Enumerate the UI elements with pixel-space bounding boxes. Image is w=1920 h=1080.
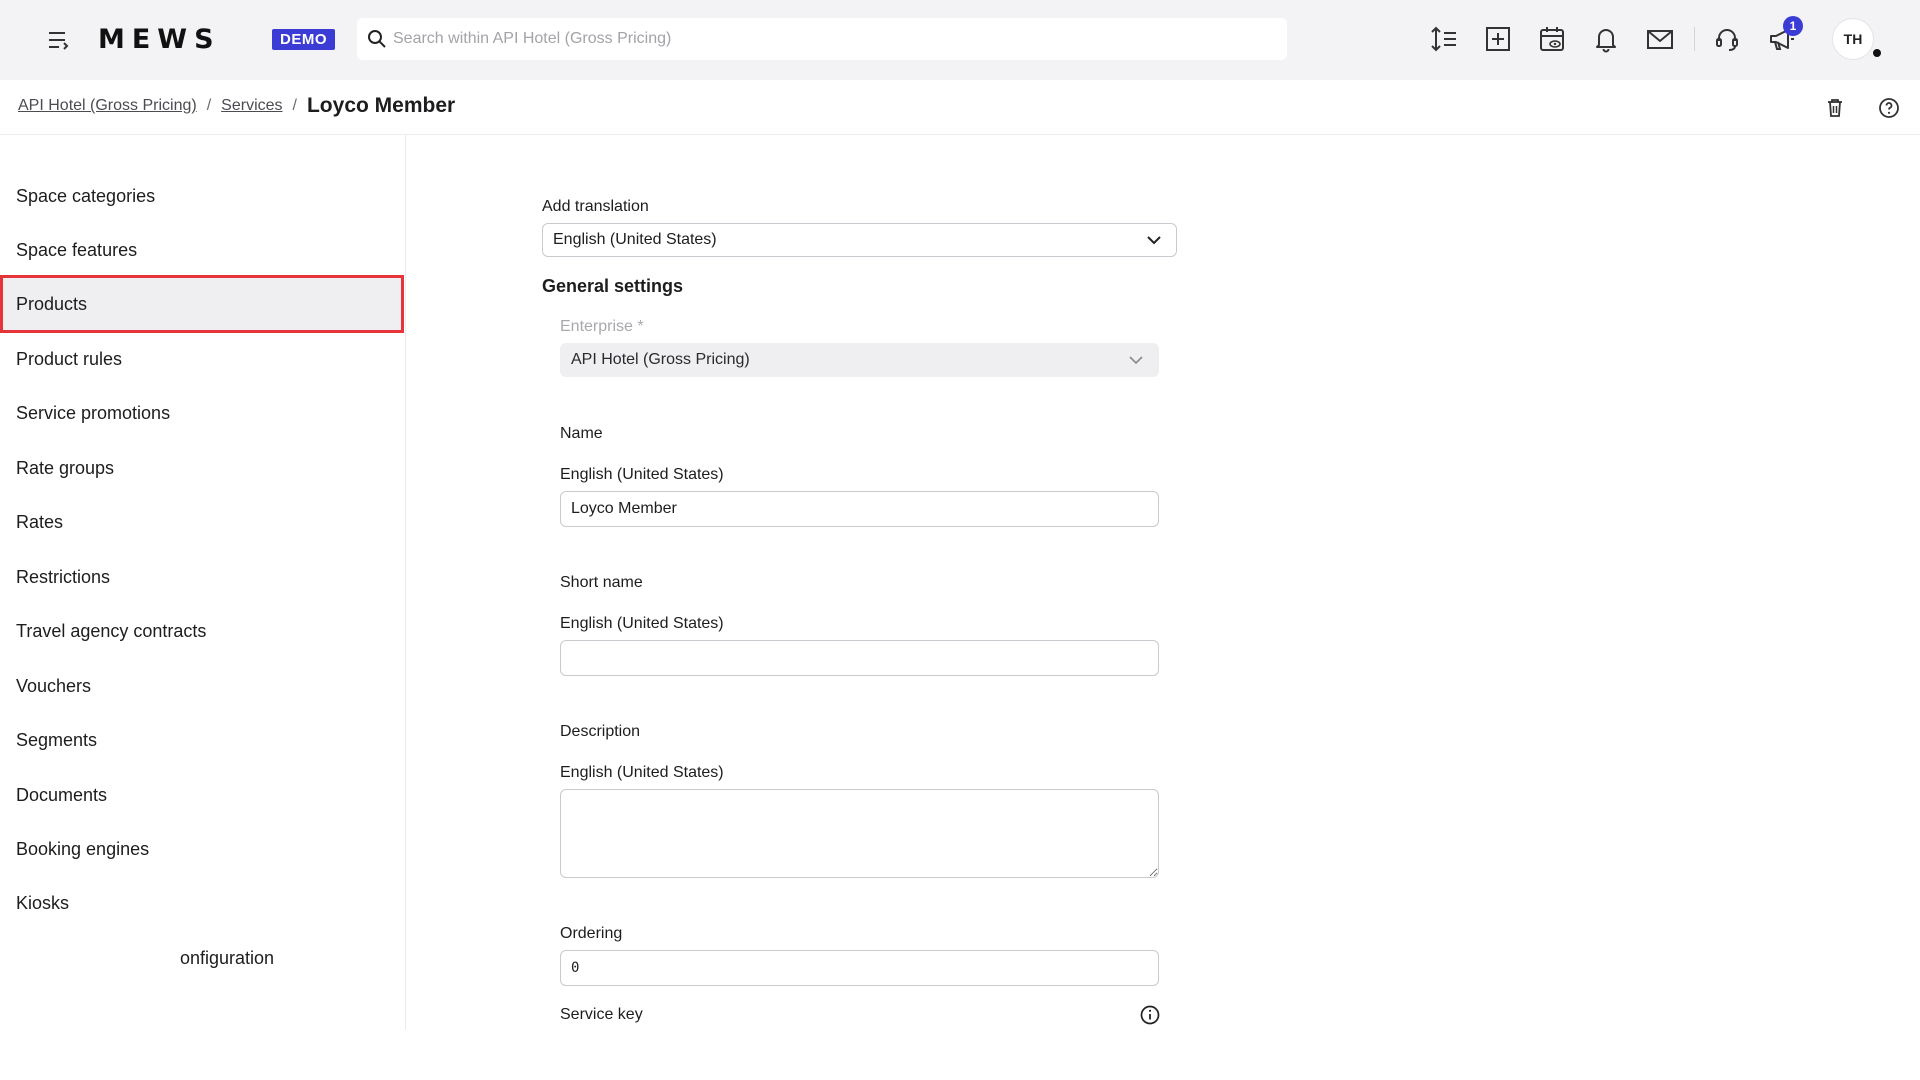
enterprise-value: API Hotel (Gross Pricing): [571, 351, 750, 368]
breadcrumb: API Hotel (Gross Pricing) / Services / L…: [18, 94, 455, 118]
short-name-input[interactable]: [560, 640, 1159, 676]
search-input[interactable]: [393, 18, 1273, 60]
support-headset-icon[interactable]: [1712, 24, 1742, 54]
service-key-label: Service key: [560, 1006, 643, 1023]
sidebar-item-service-promotions[interactable]: Service promotions: [0, 384, 404, 442]
ordering-label: Ordering: [560, 925, 623, 942]
info-icon[interactable]: [1139, 1004, 1161, 1026]
breadcrumb-bar: API Hotel (Gross Pricing) / Services / L…: [0, 80, 1920, 135]
sidebar-item-restrictions[interactable]: Restrictions: [0, 548, 404, 606]
search-icon: [368, 30, 386, 48]
add-translation-label: Add translation: [542, 198, 649, 215]
chevron-down-icon: [1129, 356, 1143, 365]
breadcrumb-separator: /: [206, 97, 212, 114]
help-icon[interactable]: [1877, 96, 1901, 120]
notification-count-badge: 1: [1783, 16, 1803, 36]
sidebar-item-space-features[interactable]: Space features: [0, 221, 404, 279]
general-settings-heading: General settings: [542, 276, 684, 296]
demo-badge: DEMO: [272, 29, 335, 50]
name-language-label: English (United States): [560, 466, 724, 483]
sidebar-item-segments[interactable]: Segments: [0, 711, 404, 769]
sidebar-item-kiosks[interactable]: Kiosks: [0, 874, 404, 932]
enterprise-label: Enterprise *: [560, 318, 644, 335]
page-title: Loyco Member: [306, 94, 456, 117]
sidebar-item-booking-engines[interactable]: Booking engines: [0, 820, 404, 878]
sidebar-item-rates[interactable]: Rates: [0, 493, 404, 551]
description-textarea[interactable]: [560, 789, 1159, 878]
sidebar-item-vouchers[interactable]: Vouchers: [0, 657, 404, 715]
chevron-down-icon: [1147, 236, 1161, 245]
breadcrumb-link-services[interactable]: Services: [221, 97, 282, 115]
avatar-status-dot: [1871, 47, 1883, 59]
description-label: Description: [560, 723, 641, 740]
trash-icon[interactable]: [1823, 96, 1847, 120]
sidebar-item-products[interactable]: Products: [0, 275, 404, 333]
bell-icon[interactable]: [1591, 24, 1621, 54]
add-translation-select[interactable]: English (United States): [542, 223, 1177, 257]
sidebar-item-product-rules[interactable]: Product rules: [0, 330, 404, 388]
description-language-label: English (United States): [560, 764, 724, 781]
short-name-label: Short name: [560, 574, 643, 591]
user-avatar[interactable]: TH: [1832, 18, 1874, 60]
product-form: Add translation English (United States) …: [406, 135, 1920, 1080]
name-label: Name: [560, 425, 603, 442]
mail-icon[interactable]: [1645, 24, 1675, 54]
top-bar: MEWS DEMO Search within API Hotel (Gross…: [0, 0, 1920, 80]
toolbar-divider: [1694, 27, 1695, 51]
sidebar-item-rate-groups[interactable]: Rate groups: [0, 439, 404, 497]
sidebar-item-space-categories[interactable]: Space categories: [0, 167, 404, 225]
search-bar[interactable]: [357, 18, 1287, 60]
sidebar-item-travel-agency-contracts[interactable]: Travel agency contracts: [0, 602, 404, 660]
menu-icon[interactable]: [44, 28, 72, 52]
breadcrumb-separator: /: [292, 97, 297, 114]
ordering-input[interactable]: [560, 950, 1159, 986]
breadcrumb-link-enterprise[interactable]: API Hotel (Gross Pricing): [18, 97, 197, 115]
line-height-icon[interactable]: [1429, 24, 1459, 54]
enterprise-select: API Hotel (Gross Pricing): [560, 343, 1159, 377]
mews-logo[interactable]: MEWS: [98, 24, 221, 55]
short-name-language-label: English (United States): [560, 615, 724, 632]
name-input[interactable]: [560, 491, 1159, 527]
add-box-icon[interactable]: [1483, 24, 1513, 54]
sidebar-item-configuration[interactable]: onfiguration: [0, 929, 404, 987]
sidebar-item-documents[interactable]: Documents: [0, 766, 404, 824]
sidebar: Space categories Space features Products…: [0, 135, 406, 1030]
add-translation-value: English (United States): [553, 231, 717, 248]
calendar-view-icon[interactable]: [1537, 24, 1567, 54]
